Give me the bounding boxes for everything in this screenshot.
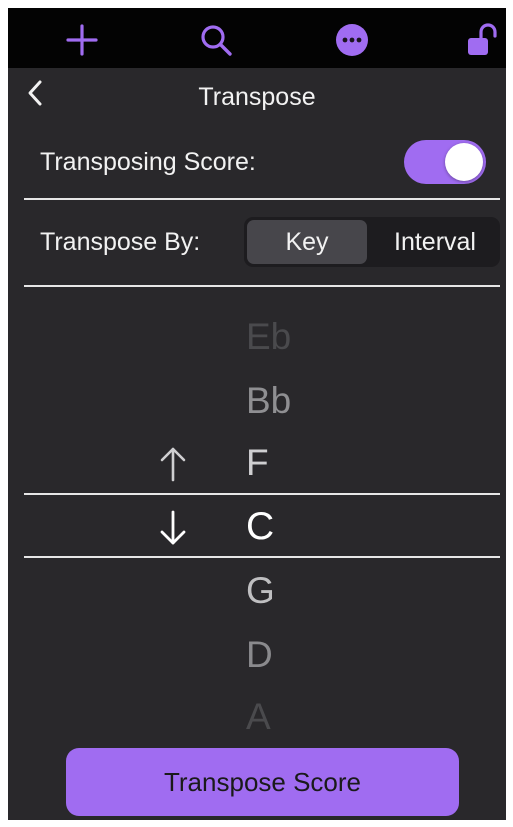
unlock-icon[interactable] [460,18,504,62]
picker-item-g[interactable]: G [246,560,326,622]
top-toolbar [8,8,506,68]
picker-selection-bottom-line [24,556,500,558]
picker-item-f[interactable]: F [246,432,326,494]
picker-item-a[interactable]: A [246,686,326,748]
transpose-screen: Transpose Transposing Score: Transpose B… [8,8,506,820]
picker-selection-top-line [24,493,500,495]
toggle-knob [445,143,483,181]
transposing-score-toggle[interactable] [404,140,486,184]
transpose-score-button[interactable]: Transpose Score [66,748,459,816]
picker-item-c-selected[interactable]: C [246,496,326,558]
segment-interval[interactable]: Interval [370,217,500,267]
transpose-by-label: Transpose By: [40,228,201,256]
down-arrow-icon[interactable] [156,508,190,548]
picker-item-eb[interactable]: Eb [246,306,326,368]
divider [24,285,500,287]
up-arrow-icon[interactable] [156,444,190,484]
transposing-score-label: Transposing Score: [40,148,256,176]
more-icon[interactable] [330,18,374,62]
page-title: Transpose [198,83,316,111]
segment-key[interactable]: Key [247,220,367,264]
transpose-by-segmented-control: Key Interval [244,217,500,267]
nav-header: Transpose [8,68,506,124]
search-icon[interactable] [194,18,238,62]
plus-icon[interactable] [60,18,104,62]
key-picker[interactable]: Eb Bb F C G D A [8,298,506,748]
picker-item-d[interactable]: D [246,624,326,686]
picker-item-bb[interactable]: Bb [246,370,326,432]
divider [24,198,500,200]
